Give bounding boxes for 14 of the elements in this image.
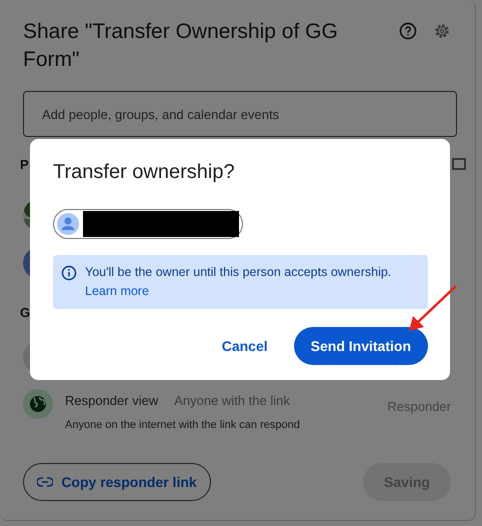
section-heading: G: [20, 304, 30, 322]
dialog-title: Share "Transfer Ownership of GG Form": [23, 19, 339, 73]
send-invitation-button[interactable]: Send Invitation: [294, 327, 428, 365]
access-scope[interactable]: Anyone with the link: [174, 392, 290, 408]
role-label: Responder: [387, 398, 451, 416]
access-label: Responder view: [65, 392, 158, 408]
section-heading: P: [20, 156, 29, 174]
copy-link-button[interactable]: Copy responder link: [23, 463, 211, 501]
access-description: Anyone on the internet with the link can respond: [65, 418, 300, 432]
cancel-button[interactable]: Cancel: [212, 328, 278, 364]
learn-more-link[interactable]: Learn more: [85, 284, 149, 298]
dialog-title: Transfer ownership?: [53, 160, 236, 185]
info-text: You'll be the owner until this person accepts ownership.: [85, 264, 392, 281]
add-people-field[interactable]: Add people, groups, and calendar events: [23, 91, 457, 137]
